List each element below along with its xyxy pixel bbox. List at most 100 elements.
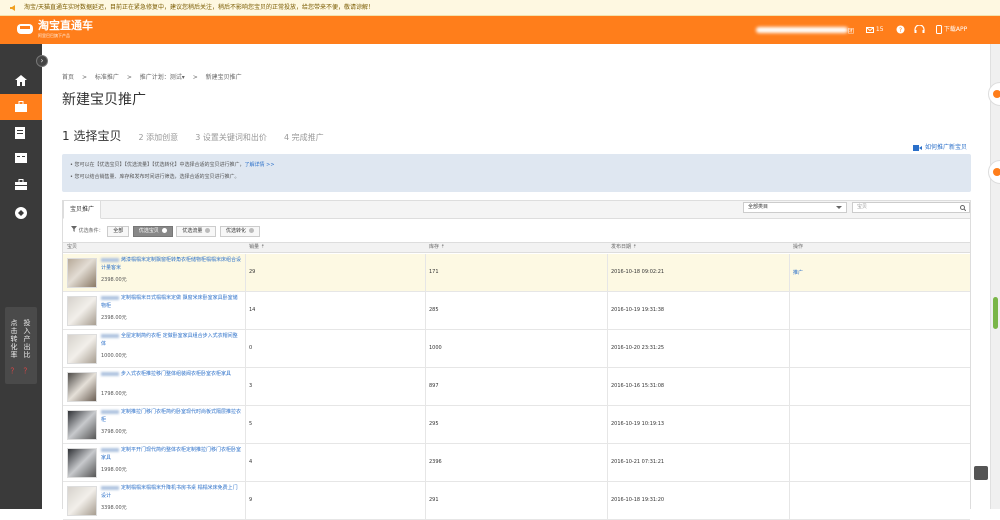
scrollbar-track[interactable] [990,44,1000,509]
chat-icon [993,90,1000,98]
breadcrumb-home[interactable]: 首页 [62,74,74,81]
sidebar: 点击转化率 投入产出比 ？ ？ [0,44,42,509]
promo-mark-1: ？ [10,367,18,375]
product-thumbnail[interactable] [67,296,97,326]
column-date[interactable]: 发布日期 ⇡ [611,243,637,252]
help-button[interactable]: ? [896,24,905,36]
breadcrumb-standard[interactable]: 标准推广 [95,74,119,81]
promo-mark-2: ？ [23,367,31,375]
column-divider [607,444,608,481]
product-thumbnail[interactable] [67,486,97,516]
sidebar-item-tools[interactable] [0,172,42,198]
table-row[interactable]: 全屋定制简约衣柜 定做卧室家具组合步入式衣帽间整体 1000.00元 0 1000 20… [63,330,970,368]
product-thumbnail[interactable] [67,334,97,364]
product-name-text: 定制榻榻米日式榻榻米定做 飘窗米床卧室家具卧室储物柜 [101,295,238,309]
column-divider [607,482,608,519]
product-name-text: 烤漆榻榻米定制飘窗柜转角衣柜储物柜榻榻米床组合设计量客米 [101,257,242,271]
service-icon [993,168,1000,176]
sidebar-item-home[interactable] [0,68,42,94]
filter-all[interactable]: 全部 [107,226,130,237]
promote-action-link[interactable]: 推广 [793,269,803,276]
sidebar-item-account[interactable] [0,146,42,172]
breadcrumb-separator: > [126,74,132,81]
filter-selected-traffic[interactable]: 优选流量 [176,226,217,237]
product-name-text: 定制榻榻米榻榻米升降机书房书桌 榻榻米床免费上门设计 [101,485,238,499]
notice-bar: 淘宝/天猫直通车实时数据延迟，目前正在紧急修复中，建议您稍后关注，稍后不影响您宝… [0,0,1000,16]
info-icon [161,228,167,233]
product-name[interactable]: 全屋定制简约衣柜 定做卧室家具组合步入式衣帽间整体 [101,332,241,348]
date-cell: 2016-10-19 10:19:13 [611,421,665,427]
redacted-text [101,409,119,414]
column-divider [245,368,246,405]
column-stock[interactable]: 库存 ⇡ [429,243,445,252]
sidebar-item-diamond[interactable] [0,200,42,226]
product-price: 3398.00元 [101,505,127,511]
category-select-value: 全部类目 [748,204,769,210]
sidebar-item-report[interactable] [0,120,42,146]
column-sales[interactable]: 销量 ⇡ [249,243,265,252]
breadcrumb: 首页 > 标准推广 > 推广计划：测试▾ > 新建宝贝推广 [62,72,248,81]
date-cell: 2016-10-21 07:31:21 [611,459,665,465]
sidebar-collapse-button[interactable]: › [36,55,48,67]
product-thumbnail[interactable] [67,448,97,478]
column-divider [789,406,790,443]
how-to-promote-link[interactable]: 如何推广新宝贝 [913,142,967,151]
product-thumbnail[interactable] [67,410,97,440]
table-row[interactable]: 步入式衣柜推拉移门整体组装阀衣柜卧室衣柜家具 1798.00元 3 897 2016-1… [63,368,970,406]
download-app-button[interactable]: 下载APP [936,24,967,36]
table-row[interactable]: 烤漆榻榻米定制飘窗柜转角衣柜储物柜榻榻米床组合设计量客米 2398.00元 29 17… [63,254,970,292]
account-icon [15,153,27,163]
headset-icon [914,24,925,33]
table-row[interactable]: 定制平开门现代简约整体衣柜定制推拉门移门衣柜卧室家具 1998.00元 4 2396 2… [63,444,970,482]
sales-cell: 9 [249,497,253,503]
product-price: 2398.00元 [101,315,127,321]
product-search-input[interactable]: 宝贝 [852,202,970,213]
column-divider [607,330,608,367]
table-row[interactable]: 定制榻榻米日式榻榻米定做 飘窗米床卧室家具卧室储物柜 2398.00元 14 285 2… [63,292,970,330]
filter-selected-conversion[interactable]: 优选转化 [220,226,261,237]
sales-cell: 0 [249,345,253,351]
sidebar-promo-box[interactable]: 点击转化率 投入产出比 ？ ？ [5,307,37,384]
breadcrumb-plan[interactable]: 推广计划：测试▾ [140,74,185,81]
breadcrumb-separator: > [192,74,198,81]
filter-selected-traffic-label: 优选流量 [182,228,203,234]
tip-line-1: • 您可以在【优选宝贝】【优选流量】【优选转化】中选择合适的宝贝进行推广，了解详… [70,161,275,169]
product-thumbnail[interactable] [67,372,97,402]
product-name[interactable]: 定制榻榻米日式榻榻米定做 飘窗米床卧室家具卧室储物柜 [101,294,241,310]
column-divider [245,254,246,291]
message-count: 15 [875,26,884,33]
table-row[interactable]: 定制推拉门移门衣柜简约卧室现代时尚板式隔层推拉衣柜 3798.00元 5 295 201… [63,406,970,444]
product-price: 1998.00元 [101,467,127,473]
train-logo-icon [16,21,34,37]
logo[interactable]: 淘宝直通车 阿里巴巴旗下产品 [16,20,96,40]
product-name[interactable]: 烤漆榻榻米定制飘窗柜转角衣柜储物柜榻榻米床组合设计量客米 [101,256,241,272]
product-thumbnail[interactable] [67,258,97,288]
learn-more-link[interactable]: 了解详情 >> [245,162,275,168]
breadcrumb-current: 新建宝贝推广 [205,74,242,81]
category-select[interactable]: 全部类目 [743,202,847,213]
product-name[interactable]: 步入式衣柜推拉移门整体组装阀衣柜卧室衣柜家具 [101,370,241,378]
tip-line-1-text: • 您可以在【优选宝贝】【优选流量】【优选转化】中选择合适的宝贝进行推广， [70,162,245,168]
search-placeholder: 宝贝 [857,204,868,210]
date-cell: 2016-10-19 19:31:38 [611,307,665,313]
column-divider [607,292,608,329]
username-suffix[interactable]: 团 [848,26,854,35]
date-cell: 2016-10-16 15:31:08 [611,383,665,389]
promo-column-1: 点击转化率 [10,319,18,359]
product-name[interactable]: 定制榻榻米榻榻米升降机书房书桌 榻榻米床免费上门设计 [101,484,241,500]
username-redacted[interactable] [756,27,848,33]
filter-selected-products[interactable]: 优选宝贝 [132,226,173,237]
message-button[interactable]: 15 [866,24,884,36]
tab-product-promotion[interactable]: 宝贝推广 [63,200,102,219]
product-name[interactable]: 定制平开门现代简约整体衣柜定制推拉门移门衣柜卧室家具 [101,446,241,462]
table-row[interactable]: 定制榻榻米榻榻米升降机书房书桌 榻榻米床免费上门设计 3398.00元 9 291 20… [63,482,970,520]
scrollbar-thumb[interactable] [993,297,998,329]
product-name[interactable]: 定制推拉门移门衣柜简约卧室现代时尚板式隔层推拉衣柜 [101,408,241,424]
back-to-top-button[interactable] [974,466,988,480]
sidebar-item-promotion[interactable] [0,94,42,120]
report-icon [15,127,25,139]
step-4: 4 完成推广 [284,133,324,142]
date-cell: 2016-10-18 09:02:21 [611,269,665,275]
customer-service-button[interactable] [914,24,925,36]
product-price: 2398.00元 [101,277,127,283]
